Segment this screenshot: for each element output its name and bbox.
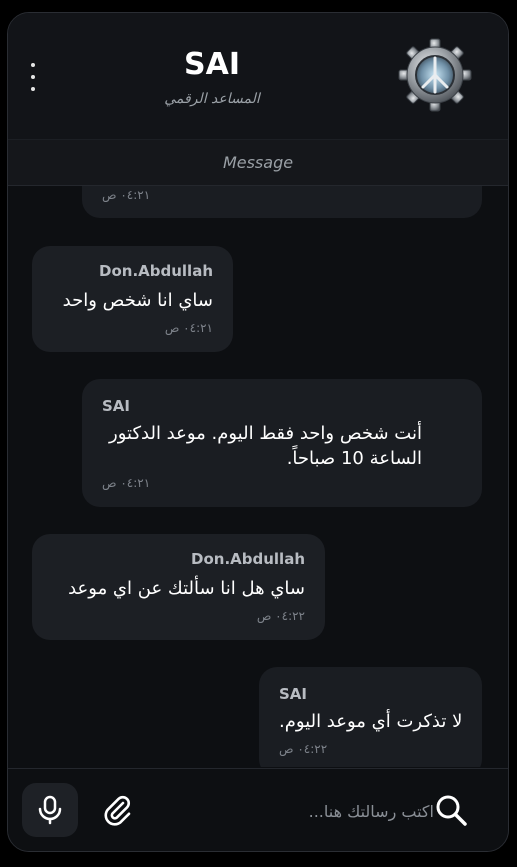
message-bubble[interactable]: SAI لا تذكرت أي موعد اليوم. ٠٤:٢٢ ص (259, 667, 482, 767)
attach-button[interactable] (100, 793, 134, 827)
message-bubble[interactable]: Don.Abdullah ساي هل انا سألتك عن اي موعد… (32, 534, 325, 640)
message-bubble[interactable]: SAI أنت شخص واحد فقط اليوم. موعد الدكتور… (82, 379, 482, 507)
search-icon (436, 795, 467, 826)
message-bubble[interactable]: ٠٤:٢١ ص (82, 186, 482, 218)
kebab-menu-icon[interactable] (24, 63, 42, 91)
message-text: أنت شخص واحد فقط اليوم. موعد الدكتور الس… (109, 423, 422, 469)
message-time: ٠٤:٢١ ص (164, 321, 213, 335)
chat-title: SAI (184, 47, 240, 82)
message-sender: SAI (102, 397, 130, 415)
message-sender: Don.Abdullah (191, 550, 305, 568)
message-input[interactable] (148, 791, 436, 831)
message-text: لا تذكرت أي موعد اليوم. (279, 711, 463, 732)
message-time: ٠٤:٢٢ ص (256, 609, 305, 623)
message-time: ٠٤:٢١ ص (102, 188, 151, 202)
composer-bar (8, 768, 508, 851)
message-list[interactable]: ٠٤:٢١ ص Don.Abdullah ساي انا شخص واحد ٠٤… (8, 186, 508, 767)
message-text: ساي انا شخص واحد (62, 290, 213, 311)
chat-header: SAI المساعد الرقمي (8, 13, 508, 140)
message-banner: Message (8, 140, 508, 186)
message-sender: SAI (279, 685, 307, 703)
message-time: ٠٤:٢١ ص (102, 476, 151, 490)
chat-window: SAI المساعد الرقمي Message ٠٤:٢١ ص Don.A… (7, 12, 509, 852)
chat-subtitle: المساعد الرقمي (164, 91, 260, 107)
message-sender: Don.Abdullah (99, 262, 213, 280)
message-time: ٠٤:٢٢ ص (279, 742, 328, 756)
microphone-icon (38, 795, 62, 825)
paperclip-icon (104, 795, 131, 826)
avatar[interactable] (397, 37, 473, 113)
message-text: ساي هل انا سألتك عن اي موعد (68, 578, 305, 599)
microphone-button[interactable] (22, 783, 78, 837)
message-bubble[interactable]: Don.Abdullah ساي انا شخص واحد ٠٤:٢١ ص (32, 246, 233, 352)
search-button[interactable] (430, 789, 472, 831)
banner-label: Message (222, 153, 294, 172)
